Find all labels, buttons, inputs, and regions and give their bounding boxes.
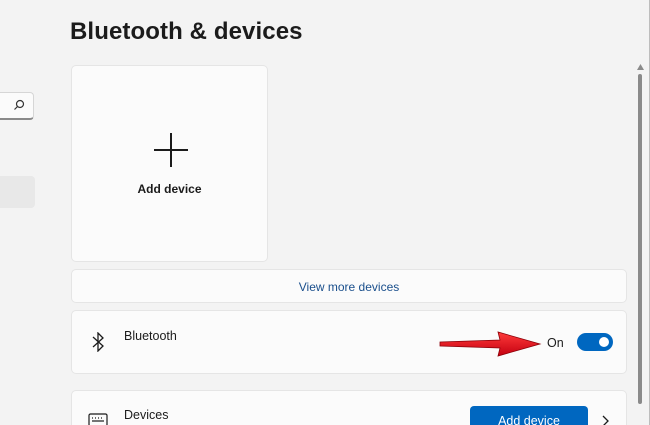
plus-icon [154,133,188,167]
bluetooth-icon [92,332,104,352]
toggle-knob [599,337,609,347]
nav-item-selected[interactable] [0,176,35,208]
scroll-thumb[interactable] [638,74,642,404]
bluetooth-toggle[interactable] [577,333,613,351]
add-device-button[interactable]: Add device [470,406,588,425]
search-input[interactable] [0,92,34,120]
bluetooth-row: Bluetooth On [71,310,627,374]
view-more-devices-button[interactable]: View more devices [71,269,627,303]
keyboard-icon [88,413,108,425]
devices-row[interactable]: Devices Add device [71,390,627,425]
scroll-up-icon[interactable] [637,64,644,70]
add-device-label: Add device [137,182,202,196]
bluetooth-label: Bluetooth [124,329,177,343]
vertical-scrollbar[interactable] [634,60,646,404]
settings-window: Bluetooth & devices Add device View more… [0,0,650,425]
page-title: Bluetooth & devices [70,18,303,45]
red-arrow-annotation [439,331,542,357]
devices-label: Devices [124,408,169,422]
view-more-devices-label: View more devices [298,280,400,294]
add-device-card[interactable]: Add device [71,65,268,262]
bluetooth-state-label: On [547,336,564,350]
chevron-right-icon[interactable] [600,415,610,425]
search-icon [14,99,25,110]
